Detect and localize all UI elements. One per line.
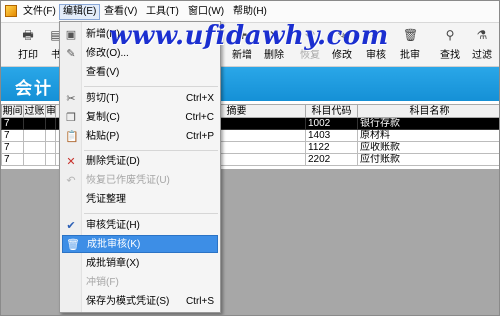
menu-item-restore-voided[interactable]: ↶ 恢复已作废凭证(U) (62, 172, 218, 190)
col-period[interactable]: 期间 (1, 104, 24, 118)
menu-view[interactable]: 查看(V) (101, 4, 140, 20)
filter-icon: ⚗ (476, 28, 488, 42)
cell-account-name: 银行存款 (357, 117, 499, 130)
menu-tools[interactable]: 工具(T) (143, 4, 182, 20)
menu-item-batch-audit[interactable]: 🗑 成批审核(K) (62, 235, 218, 253)
find-icon: ⚲ (445, 28, 455, 42)
edit-menu-dropdown: ▣ 新增(N) ✎ 修改(O)... 查看(V) ✂ 剪切(T) Ctrl+X … (59, 21, 221, 313)
menu-item-batch-cancel-seal[interactable]: 成批销章(X) (62, 255, 218, 273)
menu-help[interactable]: 帮助(H) (230, 4, 270, 20)
col-account-name[interactable]: 科目名称 (357, 104, 499, 118)
undo-icon: ↶ (66, 175, 76, 187)
menu-item-audit-voucher[interactable]: ✔ 审核凭证(H) (62, 217, 218, 235)
new-icon: ▣ (65, 29, 77, 41)
col-audit[interactable]: 审 (45, 104, 56, 118)
cell-period: 7 (1, 129, 24, 142)
col-posted[interactable]: 过账 (23, 104, 46, 118)
printer-icon: 🖶 (22, 28, 34, 42)
cell-period: 7 (1, 117, 24, 130)
cell-account-code: 1122 (305, 141, 358, 154)
menu-item-copy[interactable]: ❐ 复制(C) Ctrl+C (62, 109, 218, 127)
cell-account-code: 2202 (305, 153, 358, 166)
menu-item-cut[interactable]: ✂ 剪切(T) Ctrl+X (62, 90, 218, 108)
batch-audit-button[interactable]: 🗑 批审 (395, 26, 425, 64)
app-window: 文件(F) 编辑(E) 查看(V) 工具(T) 窗口(W) 帮助(H) 🖶 打印… (0, 0, 500, 316)
menu-item-save-as-template[interactable]: 保存为模式凭证(S) Ctrl+S (62, 293, 218, 311)
cell-period: 7 (1, 153, 24, 166)
batch-audit-icon: 🗑 (403, 28, 419, 42)
paste-icon: 📋 (65, 131, 79, 143)
edit-icon: ✎ (66, 48, 76, 60)
menu-file[interactable]: 文件(F) (20, 4, 59, 20)
band-title: 会计 (15, 79, 53, 98)
col-account-code[interactable]: 科目代码 (305, 104, 358, 118)
cell-account-code: 1403 (305, 129, 358, 142)
menu-item-reverse[interactable]: 冲销(F) (62, 274, 218, 292)
audit-icon: ✔ (66, 220, 76, 232)
cell-account-name: 原材料 (357, 129, 499, 142)
copy-icon: ❐ (66, 112, 76, 124)
filter-button[interactable]: ⚗ 过滤 (467, 26, 497, 64)
menu-item-view[interactable]: 查看(V) (62, 64, 218, 82)
menu-separator (84, 213, 218, 214)
cell-period: 7 (1, 141, 24, 154)
menu-separator (84, 86, 218, 87)
cell-account-code: 1002 (305, 117, 358, 130)
menu-window[interactable]: 窗口(W) (185, 4, 227, 20)
app-icon (5, 5, 17, 17)
delete-icon: ✕ (66, 156, 76, 168)
find-button[interactable]: ⚲ 查找 (435, 26, 465, 64)
watermark-text: www.ufidawhy.com (109, 21, 389, 51)
menu-item-reorganize[interactable]: 凭证整理 (62, 191, 218, 209)
cut-icon: ✂ (66, 93, 76, 105)
menu-item-paste[interactable]: 📋 粘贴(P) Ctrl+P (62, 128, 218, 146)
menu-edit[interactable]: 编辑(E) (59, 4, 101, 20)
menu-bar: 文件(F) 编辑(E) 查看(V) 工具(T) 窗口(W) 帮助(H) (1, 1, 499, 23)
cell-account-name: 应付账款 (357, 153, 499, 166)
menu-item-delete-voucher[interactable]: ✕ 删除凭证(D) (62, 153, 218, 171)
cell-account-name: 应收账款 (357, 141, 499, 154)
trash-icon: 🗑 (66, 239, 80, 251)
menu-separator (84, 150, 218, 151)
